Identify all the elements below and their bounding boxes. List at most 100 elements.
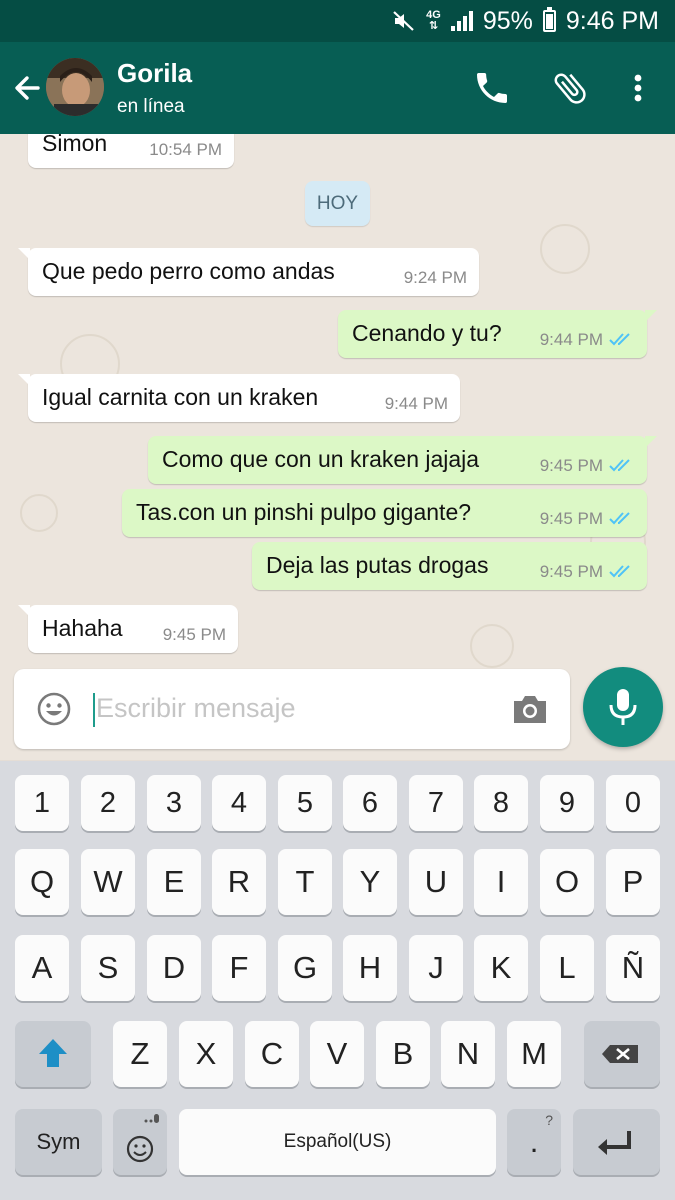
key-i[interactable]: I xyxy=(474,849,528,915)
key-v[interactable]: V xyxy=(310,1021,364,1087)
sym-key[interactable]: Sym xyxy=(15,1109,102,1175)
key-n[interactable]: N xyxy=(441,1021,495,1087)
message-input[interactable]: Escribir mensaje xyxy=(96,693,296,724)
key-d[interactable]: D xyxy=(147,935,201,1001)
key-f[interactable]: F xyxy=(212,935,266,1001)
key-4[interactable]: 4 xyxy=(212,775,266,831)
emoji-icon[interactable] xyxy=(36,691,72,727)
key-r[interactable]: R xyxy=(212,849,266,915)
camera-icon[interactable] xyxy=(510,691,550,727)
avatar[interactable] xyxy=(46,58,104,116)
emoji-key-icon xyxy=(126,1114,159,1163)
battery-percent: 95% xyxy=(482,6,533,35)
key-c[interactable]: C xyxy=(245,1021,299,1087)
key-8[interactable]: 8 xyxy=(474,775,528,831)
microphone-icon xyxy=(609,689,637,725)
key-h[interactable]: H xyxy=(343,935,397,1001)
key-6[interactable]: 6 xyxy=(343,775,397,831)
message-time: 9:44 PM xyxy=(539,330,603,349)
key-2[interactable]: 2 xyxy=(81,775,135,831)
key-g[interactable]: G xyxy=(278,935,332,1001)
key-o[interactable]: O xyxy=(540,849,594,915)
key-l[interactable]: L xyxy=(540,935,594,1001)
period-key[interactable]: . ? xyxy=(507,1109,561,1175)
message-time: 9:45 PM xyxy=(539,456,603,475)
period-hint: ? xyxy=(545,1112,553,1128)
key-9[interactable]: 9 xyxy=(540,775,594,831)
message-time: 9:45 PM xyxy=(539,509,603,528)
message-bubble-outgoing[interactable]: Deja las putas drogas 9:45 PM xyxy=(252,542,647,590)
status-time: 9:46 PM xyxy=(565,6,659,35)
battery-icon xyxy=(542,7,556,32)
message-bubble-incoming[interactable]: Igual carnita con un kraken 9:44 PM xyxy=(18,374,460,422)
message-bubble-outgoing[interactable]: Como que con un kraken jajaja 9:45 PM xyxy=(148,436,657,484)
signal-icon xyxy=(450,11,473,31)
more-options-icon[interactable] xyxy=(618,68,658,108)
key-s[interactable]: S xyxy=(81,935,135,1001)
key-5[interactable]: 5 xyxy=(278,775,332,831)
message-text: Deja las putas drogas xyxy=(266,552,489,578)
message-time: 9:45 PM xyxy=(539,562,603,581)
emoji-key[interactable] xyxy=(113,1109,167,1175)
wallpaper-doodle xyxy=(540,224,590,274)
message-bubble-incoming[interactable]: Hahaha 9:45 PM xyxy=(18,605,238,653)
key-n-tilde[interactable]: Ñ xyxy=(606,935,660,1001)
message-bubble-incoming[interactable]: Que pedo perro como andas 9:24 PM xyxy=(18,248,479,296)
key-t[interactable]: T xyxy=(278,849,332,915)
phone-icon[interactable] xyxy=(472,68,512,108)
attach-icon[interactable] xyxy=(550,68,590,108)
enter-icon xyxy=(598,1131,631,1155)
shift-arrow-icon xyxy=(39,1039,67,1067)
key-7[interactable]: 7 xyxy=(409,775,463,831)
key-z[interactable]: Z xyxy=(113,1021,167,1087)
key-b[interactable]: B xyxy=(376,1021,430,1087)
message-bubble-incoming[interactable]: Simon 10:54 PM xyxy=(28,134,234,168)
message-time: 9:24 PM xyxy=(403,268,467,287)
mute-icon xyxy=(393,11,414,31)
message-time: 10:54 PM xyxy=(149,140,222,159)
message-text: Como que con un kraken jajaja xyxy=(162,446,480,472)
network-type: 4G ⇅ xyxy=(426,9,441,32)
shift-key[interactable] xyxy=(15,1021,91,1087)
message-text: Igual carnita con un kraken xyxy=(42,384,319,410)
message-bubble-outgoing[interactable]: Tas.con un pinshi pulpo gigante? 9:45 PM xyxy=(122,489,647,537)
message-text: Que pedo perro como andas xyxy=(42,258,335,284)
space-key[interactable]: Español(US) xyxy=(179,1109,496,1175)
keyboard: 1 2 3 4 5 6 7 8 9 0 Q W E R T Y U I O P … xyxy=(0,761,675,1200)
contact-name[interactable]: Gorila xyxy=(117,58,192,89)
key-3[interactable]: 3 xyxy=(147,775,201,831)
key-j[interactable]: J xyxy=(409,935,463,1001)
key-e[interactable]: E xyxy=(147,849,201,915)
date-divider: HOY xyxy=(305,181,370,226)
key-w[interactable]: W xyxy=(81,849,135,915)
message-bubble-outgoing[interactable]: Cenando y tu? 9:44 PM xyxy=(338,310,657,358)
back-arrow-icon[interactable] xyxy=(8,66,48,110)
message-composer[interactable]: Escribir mensaje xyxy=(14,669,570,749)
key-1[interactable]: 1 xyxy=(15,775,69,831)
key-u[interactable]: U xyxy=(409,849,463,915)
key-m[interactable]: M xyxy=(507,1021,561,1087)
key-q[interactable]: Q xyxy=(15,849,69,915)
double-check-icon xyxy=(609,565,630,578)
key-y[interactable]: Y xyxy=(343,849,397,915)
message-time: 9:44 PM xyxy=(384,394,448,413)
contact-status: en línea xyxy=(117,96,185,117)
key-p[interactable]: P xyxy=(606,849,660,915)
backspace-key[interactable] xyxy=(584,1021,660,1087)
enter-key[interactable] xyxy=(573,1109,660,1175)
message-text: Hahaha xyxy=(42,615,123,641)
status-bar: 4G ⇅ 95% 9:46 PM xyxy=(0,0,675,42)
backspace-icon xyxy=(602,1045,638,1063)
key-a[interactable]: A xyxy=(15,935,69,1001)
key-0[interactable]: 0 xyxy=(606,775,660,831)
double-check-icon xyxy=(609,512,630,525)
wallpaper-doodle xyxy=(470,624,514,668)
chat-area[interactable]: Simon 10:54 PM HOY Que pedo perro como a… xyxy=(0,134,675,760)
chat-header: Gorila en línea xyxy=(0,42,675,134)
double-check-icon xyxy=(609,333,630,346)
message-text: Simon xyxy=(42,134,108,156)
voice-message-button[interactable] xyxy=(583,667,663,747)
key-k[interactable]: K xyxy=(474,935,528,1001)
message-text: Cenando y tu? xyxy=(352,320,502,346)
key-x[interactable]: X xyxy=(179,1021,233,1087)
